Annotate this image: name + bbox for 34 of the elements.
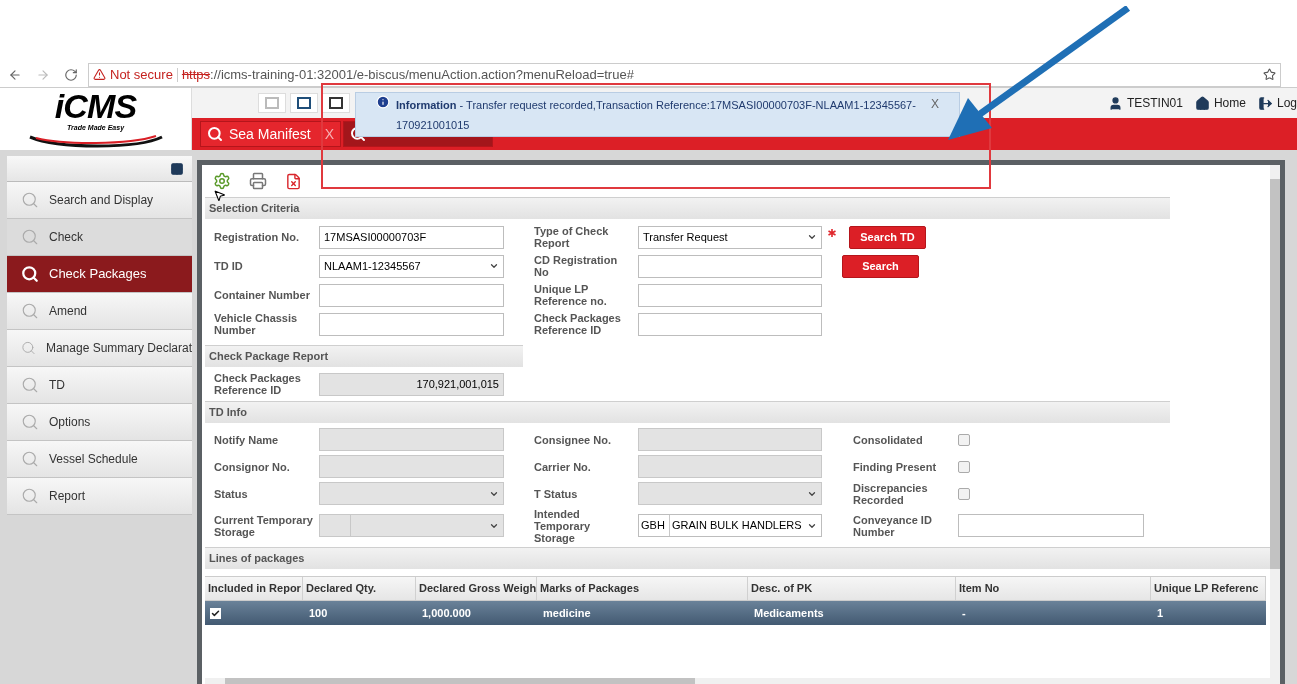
table-cell-text: - (961, 605, 967, 621)
url-text: https://icms-training-01:32001/e-biscus/menuAction.action?menuReload=true# (181, 65, 634, 84)
field-label: Check Packages Reference ID (214, 372, 302, 396)
table-cell-text: Medicaments (753, 605, 825, 621)
field-label: Consignee No. (534, 433, 612, 446)
field-label: Vehicle Chassis Number (214, 312, 299, 336)
field-label: Finding Present (853, 460, 938, 473)
notification-message: Information - Transfer request recorded,Transaction Reference:17MSASI00000703F-NLAAM1-12345567-170921001015 (396, 97, 917, 133)
field-label: Type of Check Report (534, 225, 610, 249)
table-cell-text: 100 (308, 605, 329, 621)
field-label: T Status (534, 487, 579, 500)
field-label: Conveyance ID Number (853, 513, 933, 538)
field-label: Registration No. (214, 231, 300, 243)
section-header: TD Info (205, 401, 1170, 423)
field-label: Container Number (214, 289, 311, 301)
section-header: Lines of packages (205, 547, 1270, 569)
field-label: Consignor No. (214, 460, 291, 473)
field-label: Current Temporary Storage (214, 513, 314, 538)
field-label: Consolidated (853, 433, 924, 446)
field-label: Check Packages Reference ID (534, 312, 622, 336)
field-label: Discrepancies Recorded (853, 481, 929, 506)
section-header: Selection Criteria (205, 197, 1170, 219)
field-label: Intended Temporary Storage (534, 507, 592, 544)
field-label: Notify Name (214, 433, 280, 446)
table-cell-text: 1,000.000 (421, 605, 472, 621)
field-label: Unique LP Reference no. (534, 283, 608, 307)
field-label: CD Registration No (534, 254, 619, 278)
field-label: Status (214, 487, 249, 500)
field-label: TD ID (214, 260, 244, 272)
table-cell-text: 1 (1156, 605, 1165, 621)
section-header: Check Package Report (205, 345, 523, 367)
security-label: Not secure (110, 65, 173, 84)
table-cell-text: medicine (542, 605, 592, 621)
field-label: Carrier No. (534, 460, 592, 473)
